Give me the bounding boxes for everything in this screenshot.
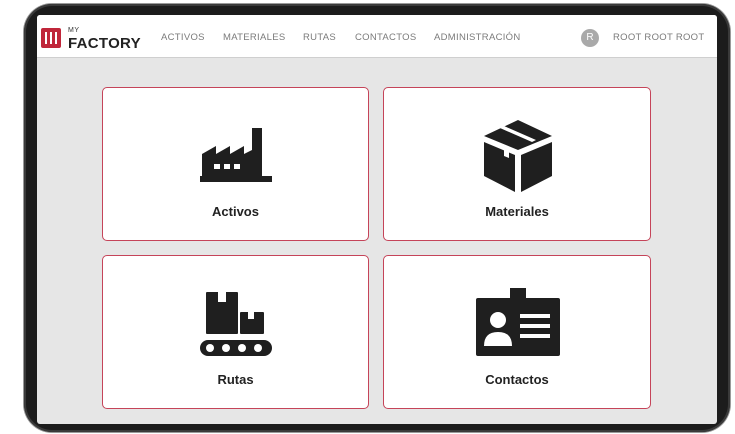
card-materiales[interactable]: Materiales [383,87,651,241]
nav-rutas[interactable]: RUTAS [303,32,336,43]
brand-name[interactable]: FACTORY [68,35,141,52]
brand-logo-icon[interactable] [41,28,61,48]
box-icon [484,120,552,192]
app-screen: MY FACTORY ACTIVOS MATERIALES RUTAS CONT… [37,15,717,424]
top-navbar: MY FACTORY ACTIVOS MATERIALES RUTAS CONT… [37,15,717,58]
factory-icon [200,128,272,182]
card-activos[interactable]: Activos [102,87,369,241]
card-rutas[interactable]: Rutas [102,255,369,409]
brand-prefix: MY [68,27,80,34]
nav-activos[interactable]: ACTIVOS [161,32,205,43]
nav-contactos[interactable]: CONTACTOS [355,32,416,43]
card-activos-label: Activos [212,204,259,219]
id-card-icon [476,288,560,356]
user-avatar[interactable]: R [581,29,599,47]
user-menu[interactable]: ROOT ROOT ROOT [613,32,704,43]
card-rutas-label: Rutas [217,372,254,387]
card-materiales-label: Materiales [485,204,549,219]
nav-administracion[interactable]: ADMINISTRACIÓN [434,32,521,43]
conveyor-icon [200,292,272,356]
card-contactos[interactable]: Contactos [383,255,651,409]
nav-materiales[interactable]: MATERIALES [223,32,285,43]
card-contactos-label: Contactos [485,372,549,387]
